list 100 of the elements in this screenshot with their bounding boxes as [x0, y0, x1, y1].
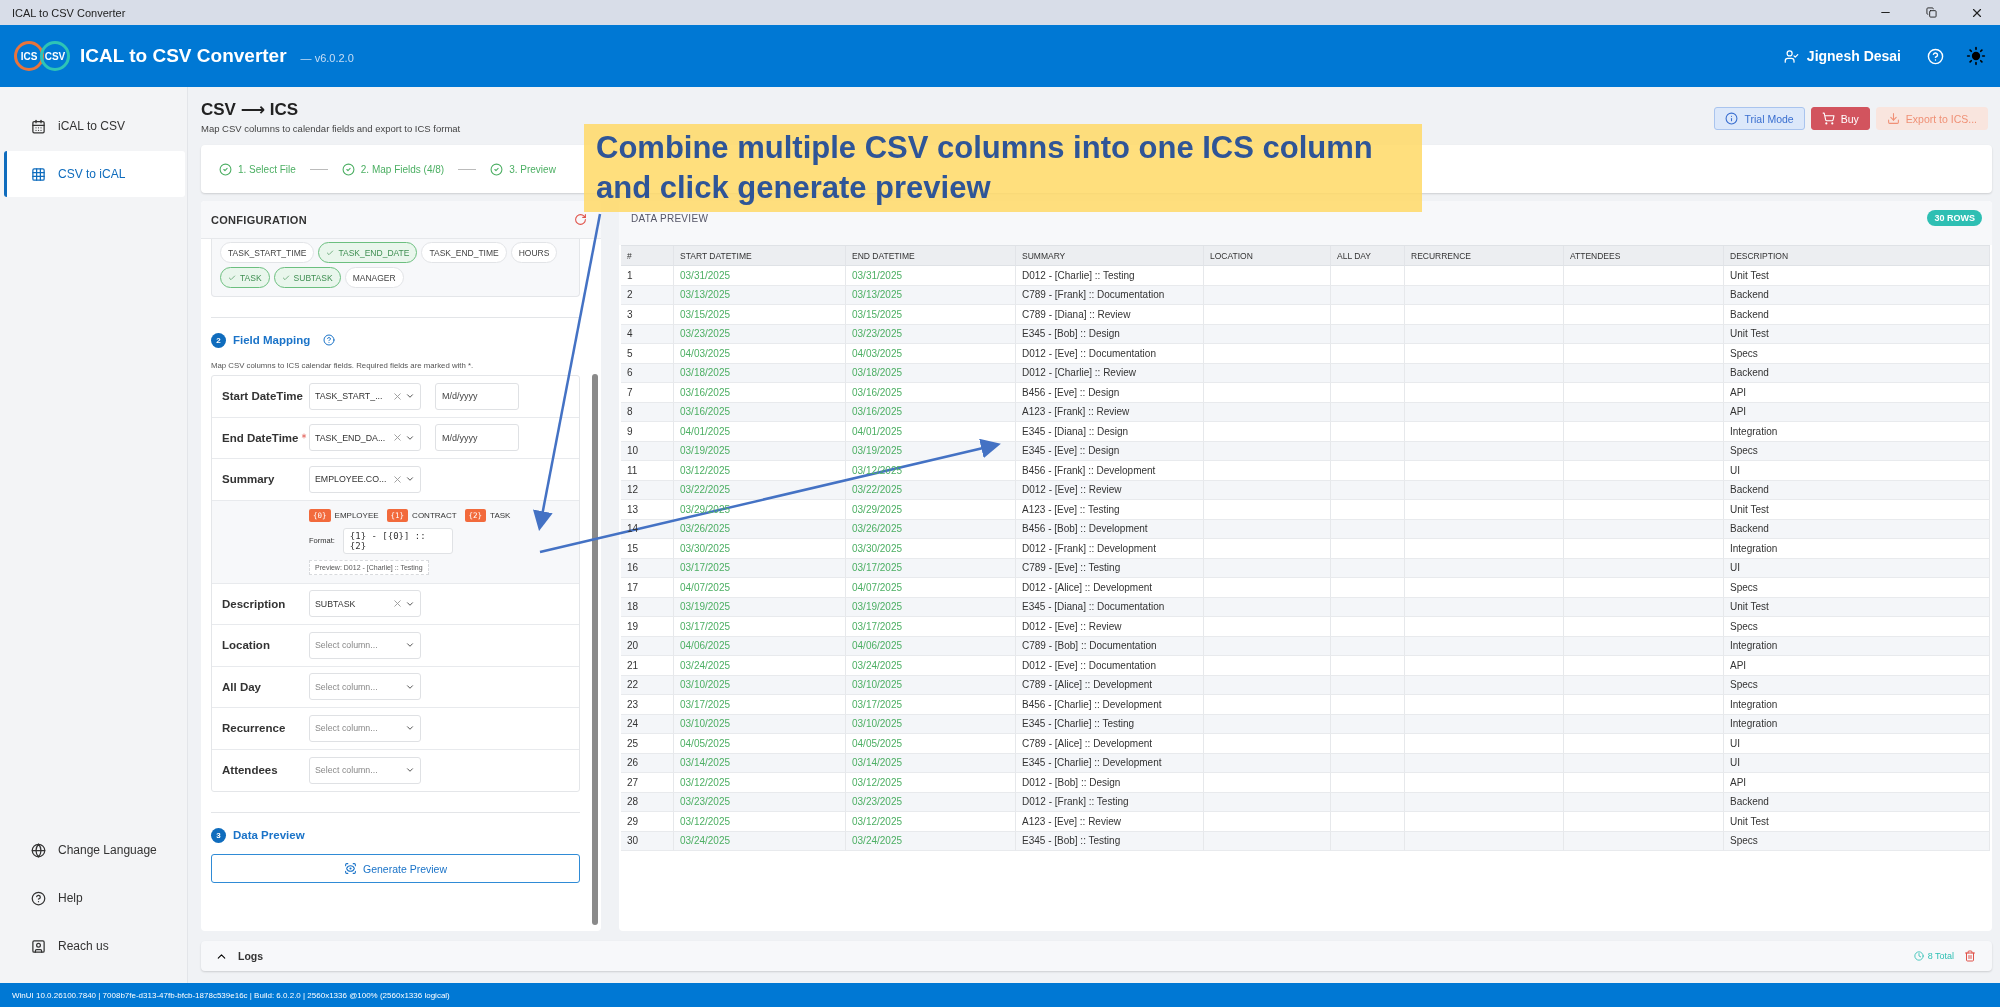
sidebar-item[interactable]: Change Language: [4, 827, 185, 873]
check-icon: [281, 273, 290, 282]
table-cell: 03/30/2025: [846, 539, 1016, 559]
table-cell: Specs: [1724, 344, 1990, 364]
column-chip[interactable]: TASK_END_TIME: [421, 242, 507, 263]
table-cell: D012 - [Eve] :: Review: [1016, 617, 1204, 637]
contact-card-icon: [31, 938, 46, 954]
restore-icon: [1925, 7, 1937, 18]
clear-icon[interactable]: [392, 598, 403, 610]
field-label: Start DateTime: [222, 390, 303, 403]
table-cell: 24: [621, 714, 674, 734]
table-cell: 12: [621, 480, 674, 500]
clear-icon[interactable]: [392, 390, 403, 402]
table-cell: D012 - [Frank] :: Testing: [1016, 792, 1204, 812]
download-icon: [1886, 112, 1900, 125]
table-cell: 03/14/2025: [674, 753, 846, 773]
refresh-icon[interactable]: [574, 213, 587, 226]
check-circle-icon: [219, 162, 232, 176]
table-cell: 03/19/2025: [674, 441, 846, 461]
sun-icon[interactable]: [1966, 46, 1986, 66]
table-cell: 19: [621, 617, 674, 637]
column-select[interactable]: Select column...: [309, 756, 421, 784]
sidebar-item[interactable]: Reach us: [4, 923, 185, 969]
column-chip[interactable]: MANAGER: [344, 267, 404, 288]
table-cell: 03/16/2025: [674, 383, 846, 403]
date-format-field[interactable]: M/d/yyyy: [435, 382, 519, 410]
table-cell: 03/12/2025: [674, 812, 846, 832]
table-cell: Integration: [1724, 695, 1990, 715]
table-cell: 04/01/2025: [674, 422, 846, 442]
table-cell: E345 - [Diana] :: Documentation: [1016, 597, 1204, 617]
table-cell: 22: [621, 675, 674, 695]
column-chip[interactable]: TASK_END_DATE: [318, 242, 418, 263]
clear-icon[interactable]: [392, 432, 403, 444]
table-cell: 28: [621, 792, 674, 812]
help-icon[interactable]: [323, 334, 336, 346]
table-cell: Backend: [1724, 305, 1990, 325]
action-button[interactable]: Trial Mode: [1714, 107, 1805, 130]
table-cell: Unit Test: [1724, 266, 1990, 286]
table-cell: 03/31/2025: [674, 266, 846, 286]
table-cell: E345 - [Bob] :: Testing: [1016, 831, 1204, 851]
table-cell: 03/10/2025: [674, 675, 846, 695]
table-cell: 11: [621, 461, 674, 481]
column-header: END DATETIME: [846, 246, 1016, 266]
column-chip[interactable]: TASK_START_TIME: [220, 242, 315, 263]
field-label: Attendees: [222, 764, 278, 777]
generate-preview-button[interactable]: Generate Preview: [211, 854, 580, 883]
table-cell: 04/05/2025: [846, 734, 1016, 754]
scrollbar-thumb[interactable]: [592, 374, 598, 925]
table-cell: 03/12/2025: [674, 461, 846, 481]
table-cell: E345 - [Diana] :: Design: [1016, 422, 1204, 442]
table-cell: 2: [621, 285, 674, 305]
sidebar-item[interactable]: Help: [4, 875, 185, 921]
clear-icon[interactable]: [392, 473, 403, 485]
table-cell: 03/26/2025: [674, 519, 846, 539]
table-cell: 03/24/2025: [846, 831, 1016, 851]
column-chip[interactable]: TASK: [220, 267, 270, 288]
column-select[interactable]: TASK_START_...: [309, 382, 421, 410]
table-cell: API: [1724, 773, 1990, 793]
table-cell: D012 - [Bob] :: Design: [1016, 773, 1204, 793]
table-cell: A123 - [Frank] :: Review: [1016, 402, 1204, 422]
table-cell: 25: [621, 734, 674, 754]
table-cell: 04/03/2025: [674, 344, 846, 364]
table-cell: Backend: [1724, 792, 1990, 812]
trash-icon[interactable]: [1964, 950, 1976, 962]
action-button[interactable]: Buy: [1810, 107, 1870, 130]
column-chip[interactable]: HOURS: [510, 242, 558, 263]
sidebar-item[interactable]: CSV to iCAL: [4, 151, 185, 197]
table-cell: 9: [621, 422, 674, 442]
column-select[interactable]: TASK_END_DA...: [309, 424, 421, 452]
cart-icon: [1821, 112, 1835, 125]
user-name[interactable]: Jignesh Desai: [1783, 48, 1901, 64]
table-cell: Specs: [1724, 675, 1990, 695]
table-cell: 03/17/2025: [846, 695, 1016, 715]
window-title: ICAL to CSV Converter: [12, 6, 126, 19]
column-select[interactable]: Select column...: [309, 673, 421, 701]
column-select[interactable]: Select column...: [309, 631, 421, 659]
date-format-field[interactable]: M/d/yyyy: [435, 424, 519, 452]
table-cell: D012 - [Frank] :: Development: [1016, 539, 1204, 559]
table-cell: 04/07/2025: [846, 578, 1016, 598]
column-select[interactable]: EMPLOYEE.CO...: [309, 465, 421, 493]
table-cell: C789 - [Frank] :: Documentation: [1016, 285, 1204, 305]
column-header: LOCATION: [1204, 246, 1331, 266]
format-field[interactable]: {1} - [{0}] :: {2}: [342, 527, 453, 554]
column-chip[interactable]: SUBTASK: [273, 267, 341, 288]
sidebar-item[interactable]: iCAL to CSV: [4, 103, 185, 149]
table-cell: 04/01/2025: [846, 422, 1016, 442]
table-cell: 03/14/2025: [846, 753, 1016, 773]
table-cell: UI: [1724, 734, 1990, 754]
column-header: #: [621, 246, 674, 266]
row-count-badge: 30 ROWS: [1927, 210, 1982, 226]
table-cell: D012 - [Charlie] :: Review: [1016, 363, 1204, 383]
table-cell: 16: [621, 558, 674, 578]
table-cell: Specs: [1724, 617, 1990, 637]
table-cell: 03/17/2025: [846, 558, 1016, 578]
table-cell: 30: [621, 831, 674, 851]
clock-icon: [1913, 951, 1924, 961]
column-select[interactable]: Select column...: [309, 714, 421, 742]
table-cell: 03/24/2025: [674, 656, 846, 676]
column-select[interactable]: SUBTASK: [309, 590, 421, 618]
table-cell: API: [1724, 656, 1990, 676]
